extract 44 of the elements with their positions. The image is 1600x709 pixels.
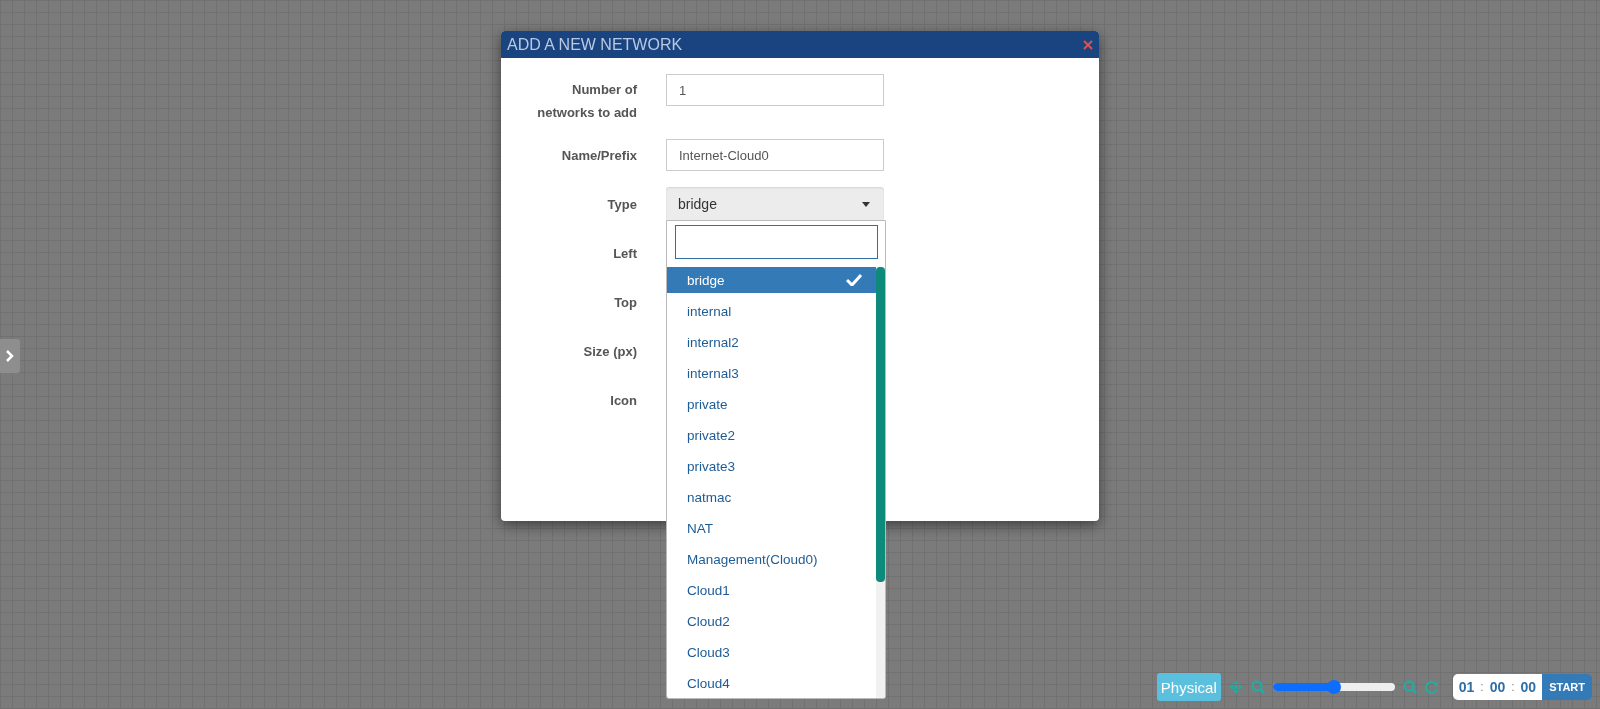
field-label: Left (612, 244, 637, 263)
zoom-out-icon[interactable] (1250, 680, 1265, 694)
timer-separator: : (1480, 680, 1484, 694)
zoom-in-icon[interactable] (1402, 680, 1417, 694)
field-label: Size (px) (582, 342, 637, 361)
dropdown-option[interactable]: private3 (667, 451, 876, 482)
start-button[interactable]: START (1542, 674, 1592, 700)
dropdown-option[interactable]: private (667, 389, 876, 420)
move-icon[interactable] (1228, 680, 1243, 694)
field-label: Number of networks to add (536, 81, 637, 122)
dropdown-option[interactable]: Management(Cloud0) (667, 544, 876, 575)
input-field[interactable]: 1 (666, 74, 884, 106)
dropdown-option[interactable]: internal (667, 296, 876, 327)
chevron-icon (6, 350, 14, 362)
zoom-slider[interactable] (1272, 683, 1395, 691)
close-button[interactable] (1081, 37, 1095, 52)
field-label: Name/Prefix (560, 146, 637, 165)
checkmark-icon (846, 274, 862, 286)
dropdown-option[interactable]: Cloud1 (667, 575, 876, 606)
field-label: Top (613, 293, 637, 312)
caret-icon (862, 201, 870, 207)
input-field[interactable]: Internet-Cloud0 (666, 139, 884, 171)
timer-value: 00 (1520, 679, 1537, 695)
dropdown-option[interactable]: Cloud3 (667, 637, 876, 668)
timer-value: 01 (1458, 679, 1475, 695)
dropdown-option[interactable]: bridge (667, 267, 876, 293)
timer-separator: : (1511, 680, 1515, 694)
field-label: Icon (609, 391, 637, 410)
search-field[interactable] (675, 225, 878, 259)
dropdown-option[interactable]: natmac (667, 482, 876, 513)
refresh-icon[interactable] (1424, 680, 1439, 694)
timer-value: 00 (1489, 679, 1506, 695)
field-label: Type (606, 195, 637, 214)
dropdown-option[interactable]: NAT (667, 513, 876, 544)
dropdown-option[interactable]: Cloud4 (667, 668, 876, 698)
dropdown-option[interactable]: private2 (667, 420, 876, 451)
dialog-title: ADD A NEW NETWORK (507, 35, 683, 54)
dropdown-option[interactable]: internal2 (667, 327, 876, 358)
dropdown-option[interactable]: internal3 (667, 358, 876, 389)
dropdown-option[interactable]: Cloud2 (667, 606, 876, 637)
side-panel-toggle[interactable] (0, 339, 20, 373)
close-icon (1083, 39, 1093, 50)
scrollbar[interactable] (876, 267, 885, 698)
type-dropdown[interactable]: bridge (666, 187, 884, 221)
